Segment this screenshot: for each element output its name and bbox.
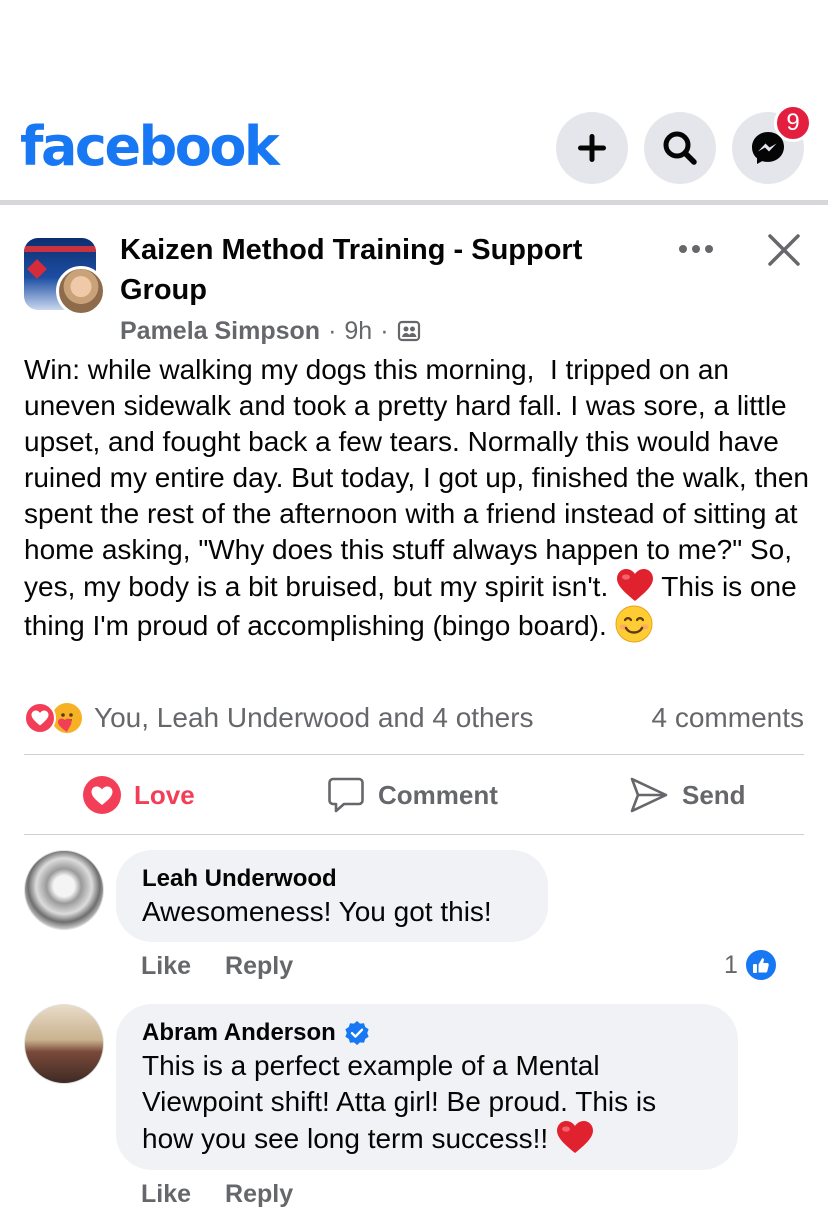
commenter-avatar[interactable] bbox=[24, 850, 104, 930]
love-reaction-icon bbox=[83, 776, 121, 814]
search-button[interactable] bbox=[644, 112, 716, 184]
post-text: Win: while walking my dogs this morning,… bbox=[24, 352, 814, 644]
comment-icon bbox=[328, 777, 364, 813]
header-divider bbox=[0, 200, 828, 205]
comment-bubble: Abram Anderson This is a perfect example… bbox=[116, 1004, 738, 1170]
send-icon bbox=[630, 777, 668, 813]
love-reaction-icon bbox=[24, 702, 56, 734]
more-options-button[interactable] bbox=[676, 236, 716, 264]
create-button[interactable] bbox=[556, 112, 628, 184]
reactions-summary[interactable]: You, Leah Underwood and 4 others 4 comme… bbox=[24, 698, 804, 738]
smiling-face-emoji bbox=[615, 605, 653, 643]
comment-button[interactable]: Comment bbox=[326, 772, 498, 818]
comment-reply-button[interactable]: Reply bbox=[225, 952, 293, 981]
love-button-label: Love bbox=[134, 779, 195, 810]
meta-separator: · bbox=[328, 316, 337, 345]
love-button[interactable]: Love bbox=[82, 772, 195, 818]
author-name-link[interactable]: Pamela Simpson bbox=[120, 317, 320, 346]
comment-actions: Like Reply bbox=[141, 1180, 327, 1209]
close-button[interactable] bbox=[764, 230, 804, 270]
comment-bubble: Leah Underwood Awesomeness! You got this… bbox=[116, 850, 548, 942]
commenter-avatar[interactable] bbox=[24, 1004, 104, 1084]
post-time[interactable]: 9h bbox=[344, 317, 372, 346]
facebook-logo[interactable]: facebook bbox=[20, 112, 280, 182]
comment-reply-button[interactable]: Reply bbox=[225, 1180, 293, 1209]
commenter-name[interactable]: Abram Anderson bbox=[142, 1018, 336, 1048]
comment-text: This is a perfect example of a Mental Vi… bbox=[142, 1048, 712, 1157]
reactors-text[interactable]: You, Leah Underwood and 4 others bbox=[94, 702, 534, 734]
comment-like-count[interactable]: 1 bbox=[724, 948, 778, 982]
comment-like-button[interactable]: Like bbox=[141, 952, 191, 981]
meta-separator: · bbox=[380, 316, 389, 345]
comment-like-count-value: 1 bbox=[724, 950, 738, 979]
commenter-name-row: Abram Anderson bbox=[142, 1018, 712, 1048]
send-button-label: Send bbox=[682, 779, 746, 810]
comment-actions: Like Reply bbox=[141, 952, 327, 981]
post-text-main: Win: while walking my dogs this morning,… bbox=[24, 354, 817, 602]
more-icon bbox=[679, 245, 713, 253]
send-button[interactable]: Send bbox=[628, 772, 746, 818]
actions-divider bbox=[24, 834, 804, 835]
close-icon bbox=[768, 234, 800, 266]
like-icon bbox=[743, 948, 778, 982]
group-avatar-ribbon bbox=[24, 246, 96, 252]
messenger-unread-badge: 9 bbox=[774, 104, 812, 142]
comment-like-button[interactable]: Like bbox=[141, 1180, 191, 1209]
group-avatar-heart bbox=[27, 259, 47, 279]
comments-count[interactable]: 4 comments bbox=[652, 702, 805, 734]
commenter-name[interactable]: Leah Underwood bbox=[142, 864, 522, 894]
red-heart-emoji bbox=[556, 1121, 593, 1153]
top-bar: facebook 9 bbox=[0, 0, 828, 200]
comment-text: Awesomeness! You got this! bbox=[142, 896, 492, 927]
verified-badge-icon bbox=[345, 1021, 369, 1045]
red-heart-emoji bbox=[617, 569, 654, 601]
author-avatar[interactable] bbox=[56, 266, 106, 316]
group-name-link[interactable]: Kaizen Method Training - Support Group bbox=[120, 230, 640, 310]
reactions-divider bbox=[24, 754, 804, 755]
search-icon bbox=[663, 131, 697, 165]
comment-button-label: Comment bbox=[378, 779, 498, 810]
plus-icon bbox=[578, 134, 606, 162]
post-meta: Pamela Simpson · 9h · bbox=[120, 314, 421, 348]
group-members-icon bbox=[397, 320, 420, 342]
